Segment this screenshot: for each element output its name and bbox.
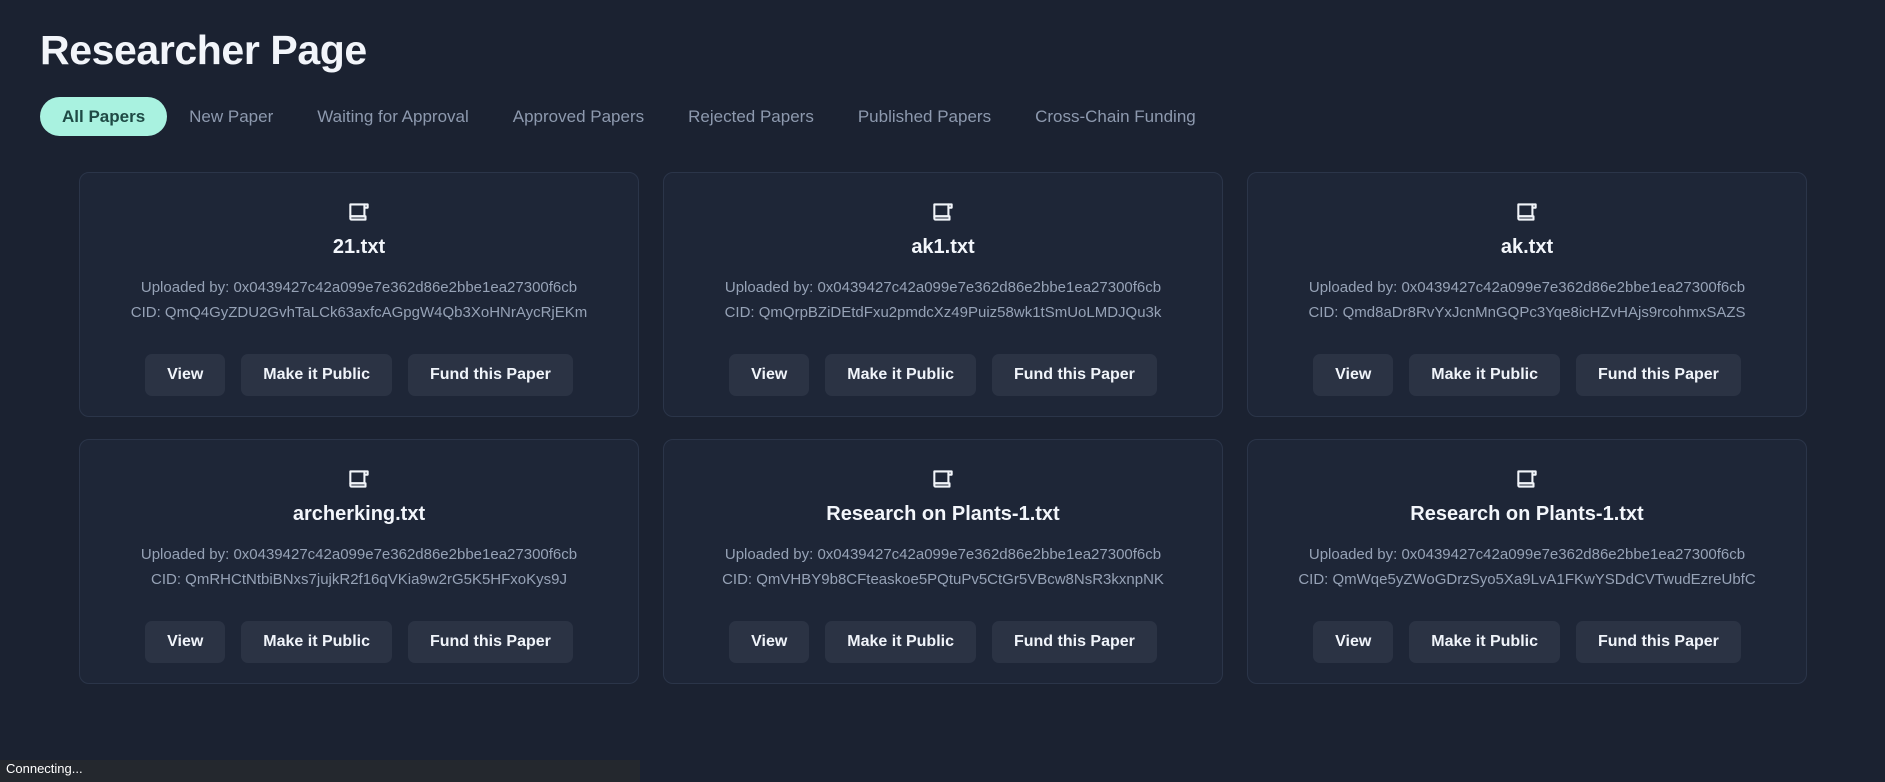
card-actions: View Make it Public Fund this Paper	[729, 621, 1157, 664]
tab-approved-papers[interactable]: Approved Papers	[491, 97, 666, 136]
cid-text: CID: QmQ4GyZDU2GvhTaLCk63axfcAGpgW4Qb3Xo…	[130, 303, 588, 321]
tab-cross-chain-funding[interactable]: Cross-Chain Funding	[1013, 97, 1218, 136]
view-button[interactable]: View	[145, 354, 226, 397]
cid-text: CID: QmWqe5yZWoGDrzSyo5Xa9LvA1FKwYSDdCVT…	[1298, 570, 1756, 588]
make-it-public-button[interactable]: Make it Public	[1409, 354, 1560, 397]
uploaded-by-text: Uploaded by: 0x0439427c42a099e7e362d86e2…	[724, 546, 1162, 564]
status-bar-text: Connecting...	[6, 761, 83, 776]
cid-text: CID: QmQrpBZiDEtdFxu2pmdcXz49Puiz58wk1tS…	[724, 303, 1162, 321]
make-it-public-button[interactable]: Make it Public	[825, 621, 976, 664]
uploaded-by-text: Uploaded by: 0x0439427c42a099e7e362d86e2…	[724, 279, 1162, 297]
view-button[interactable]: View	[145, 621, 226, 664]
paper-card: ak1.txt Uploaded by: 0x0439427c42a099e7e3…	[663, 172, 1223, 418]
card-actions: View Make it Public Fund this Paper	[729, 354, 1157, 397]
uploaded-by-text: Uploaded by: 0x0439427c42a099e7e362d86e2…	[140, 546, 578, 564]
card-actions: View Make it Public Fund this Paper	[1313, 621, 1741, 664]
paper-title: archerking.txt	[292, 503, 426, 526]
paper-title: Research on Plants-1.txt	[826, 503, 1060, 526]
view-button[interactable]: View	[729, 621, 810, 664]
paper-title: ak.txt	[1500, 236, 1554, 259]
paper-title: Research on Plants-1.txt	[1410, 503, 1644, 526]
cid-text: CID: QmRHCtNtbiBNxs7jujkR2f16qVKia9w2rG5…	[151, 570, 567, 588]
cid-text: CID: QmVHBY9b8CFteaskoe5PQtuPv5CtGr5VBcw…	[722, 570, 1164, 588]
document-scroll-icon	[346, 199, 372, 235]
status-bar: Connecting...	[0, 760, 640, 782]
card-actions: View Make it Public Fund this Paper	[1313, 354, 1741, 397]
uploaded-by-text: Uploaded by: 0x0439427c42a099e7e362d86e2…	[1308, 279, 1746, 297]
tab-bar: All Papers New Paper Waiting for Approval A…	[0, 75, 1885, 137]
card-actions: View Make it Public Fund this Paper	[145, 354, 573, 397]
view-button[interactable]: View	[1313, 354, 1394, 397]
tab-published-papers[interactable]: Published Papers	[836, 97, 1013, 136]
make-it-public-button[interactable]: Make it Public	[241, 354, 392, 397]
fund-this-paper-button[interactable]: Fund this Paper	[1575, 354, 1741, 397]
document-scroll-icon	[1514, 199, 1540, 235]
make-it-public-button[interactable]: Make it Public	[1409, 621, 1560, 664]
fund-this-paper-button[interactable]: Fund this Paper	[407, 621, 573, 664]
view-button[interactable]: View	[729, 354, 810, 397]
document-scroll-icon	[930, 199, 956, 235]
make-it-public-button[interactable]: Make it Public	[825, 354, 976, 397]
tab-new-paper[interactable]: New Paper	[167, 97, 295, 136]
document-scroll-icon	[930, 466, 956, 502]
paper-card: archerking.txt Uploaded by: 0x0439427c42a…	[79, 439, 639, 685]
cid-text: CID: Qmd8aDr8RvYxJcnMnGQPc3Yqe8icHZvHAjs…	[1308, 303, 1746, 321]
tab-rejected-papers[interactable]: Rejected Papers	[666, 97, 836, 136]
paper-card-grid: 21.txt Uploaded by: 0x0439427c42a099e7e36…	[0, 136, 1885, 685]
uploaded-by-text: Uploaded by: 0x0439427c42a099e7e362d86e2…	[1308, 546, 1746, 564]
view-button[interactable]: View	[1313, 621, 1394, 664]
fund-this-paper-button[interactable]: Fund this Paper	[991, 621, 1157, 664]
fund-this-paper-button[interactable]: Fund this Paper	[407, 354, 573, 397]
make-it-public-button[interactable]: Make it Public	[241, 621, 392, 664]
paper-card: Research on Plants-1.txt Uploaded by: 0x0…	[1247, 439, 1807, 685]
document-scroll-icon	[346, 466, 372, 502]
paper-card: ak.txt Uploaded by: 0x0439427c42a099e7e36…	[1247, 172, 1807, 418]
tab-waiting-for-approval[interactable]: Waiting for Approval	[295, 97, 491, 136]
document-scroll-icon	[1514, 466, 1540, 502]
fund-this-paper-button[interactable]: Fund this Paper	[1575, 621, 1741, 664]
researcher-page: Researcher Page All Papers New Paper Waiti…	[0, 0, 1885, 782]
tab-all-papers[interactable]: All Papers	[40, 97, 168, 137]
paper-card: Research on Plants-1.txt Uploaded by: 0x0…	[663, 439, 1223, 685]
uploaded-by-text: Uploaded by: 0x0439427c42a099e7e362d86e2…	[140, 279, 578, 297]
paper-title: ak1.txt	[911, 236, 975, 259]
page-title: Researcher Page	[40, 27, 367, 73]
paper-card: 21.txt Uploaded by: 0x0439427c42a099e7e36…	[79, 172, 639, 418]
paper-title: 21.txt	[332, 236, 386, 259]
card-actions: View Make it Public Fund this Paper	[145, 621, 573, 664]
fund-this-paper-button[interactable]: Fund this Paper	[991, 354, 1157, 397]
